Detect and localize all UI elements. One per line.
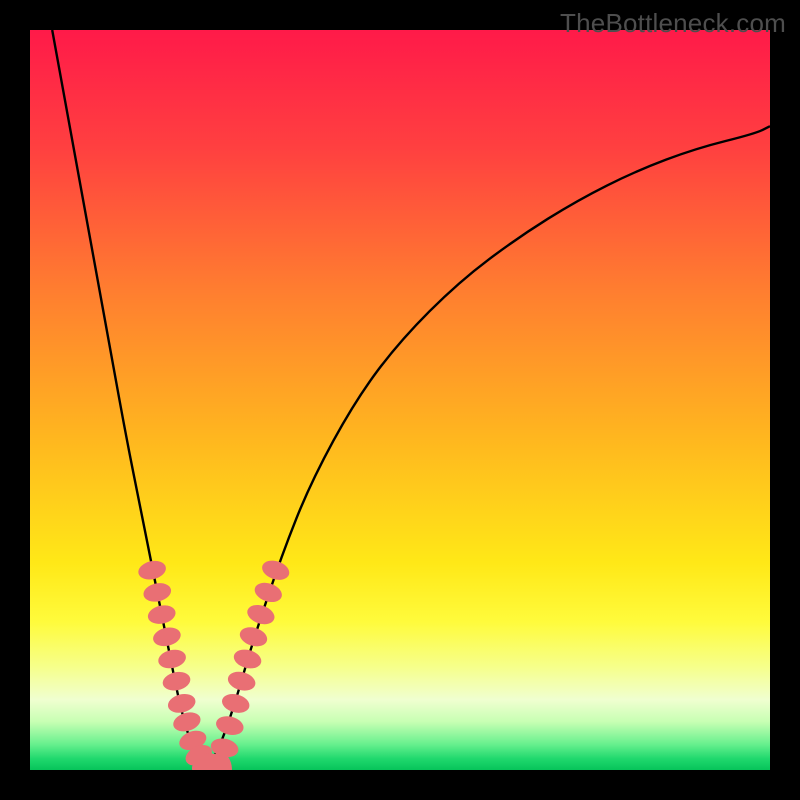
marker-point (166, 691, 198, 715)
marker-point (136, 558, 167, 582)
curve-right-branch (208, 126, 770, 770)
marker-point (171, 709, 203, 734)
marker-point (226, 669, 258, 694)
marker-point (146, 603, 177, 627)
marker-point (260, 557, 292, 583)
marker-point (220, 691, 252, 716)
marker-point (232, 647, 264, 672)
chart-frame: TheBottleneck.com (0, 0, 800, 800)
plot-area (30, 30, 770, 770)
marker-point (142, 581, 173, 605)
marker-point (151, 625, 182, 649)
marker-point (252, 579, 284, 605)
watermark-text: TheBottleneck.com (560, 8, 786, 39)
marker-point (156, 647, 187, 671)
marker-point (245, 602, 277, 628)
marker-points (136, 557, 291, 770)
marker-point (237, 624, 269, 649)
marker-point (161, 669, 192, 693)
marker-point (214, 713, 246, 737)
curve-layer (30, 30, 770, 770)
